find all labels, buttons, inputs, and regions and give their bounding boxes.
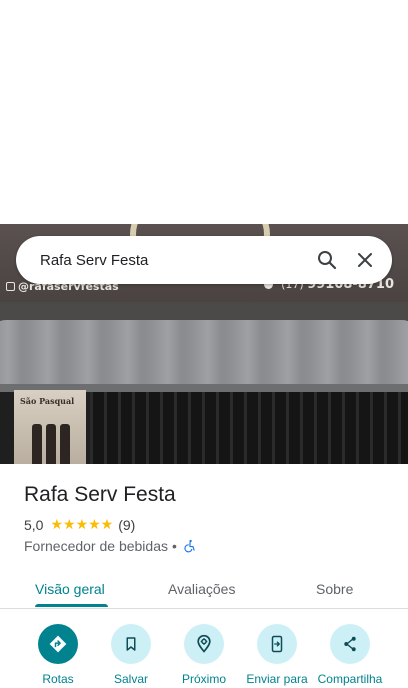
save-button[interactable]: Salvar: [91, 624, 171, 686]
directions-button[interactable]: Rotas: [18, 624, 98, 686]
tab-about[interactable]: Sobre: [316, 581, 353, 597]
wine-poster: São Pasqual: [14, 390, 86, 464]
map-blank-area: [0, 0, 408, 224]
storefront-gate: [90, 392, 408, 464]
review-count: (9): [118, 516, 136, 533]
rating-value: 5,0: [24, 516, 44, 533]
search-bar[interactable]: Rafa Serv Festa: [16, 236, 392, 284]
category-row: Fornecedor de bebidas •: [24, 538, 197, 554]
nearby-button[interactable]: Próximo: [164, 624, 244, 686]
share-icon: [344, 636, 356, 652]
send-to-phone-button[interactable]: Enviar para: [237, 624, 317, 686]
tab-reviews[interactable]: Avaliações: [168, 581, 235, 597]
place-tabs: Visão geral Avaliações Sobre: [0, 569, 408, 609]
send-to-phone-icon: [271, 635, 283, 653]
nearby-icon: [197, 634, 211, 653]
tab-overview[interactable]: Visão geral: [35, 581, 105, 597]
awning: [0, 320, 408, 392]
action-buttons: Rotas Salvar Próximo Enviar para Compart…: [0, 624, 408, 688]
active-tab-indicator: [35, 604, 108, 607]
star-rating-icon: ★★★★★: [50, 516, 114, 532]
place-category: Fornecedor de bebidas: [24, 538, 168, 554]
wheelchair-accessible-icon: [184, 539, 195, 553]
search-icon[interactable]: [315, 248, 339, 272]
share-button[interactable]: Compartilha: [310, 624, 390, 686]
rating-row[interactable]: 5,0 ★★★★★ (9): [24, 516, 135, 533]
category-separator: •: [172, 538, 177, 554]
place-details-panel: Rafa Serv Festa 5,0 ★★★★★ (9) Fornecedor…: [0, 464, 408, 688]
place-title: Rafa Serv Festa: [24, 483, 176, 506]
bookmark-icon: [126, 637, 136, 651]
directions-icon: [49, 635, 67, 653]
search-input[interactable]: Rafa Serv Festa: [40, 252, 315, 269]
close-icon[interactable]: [353, 248, 377, 272]
